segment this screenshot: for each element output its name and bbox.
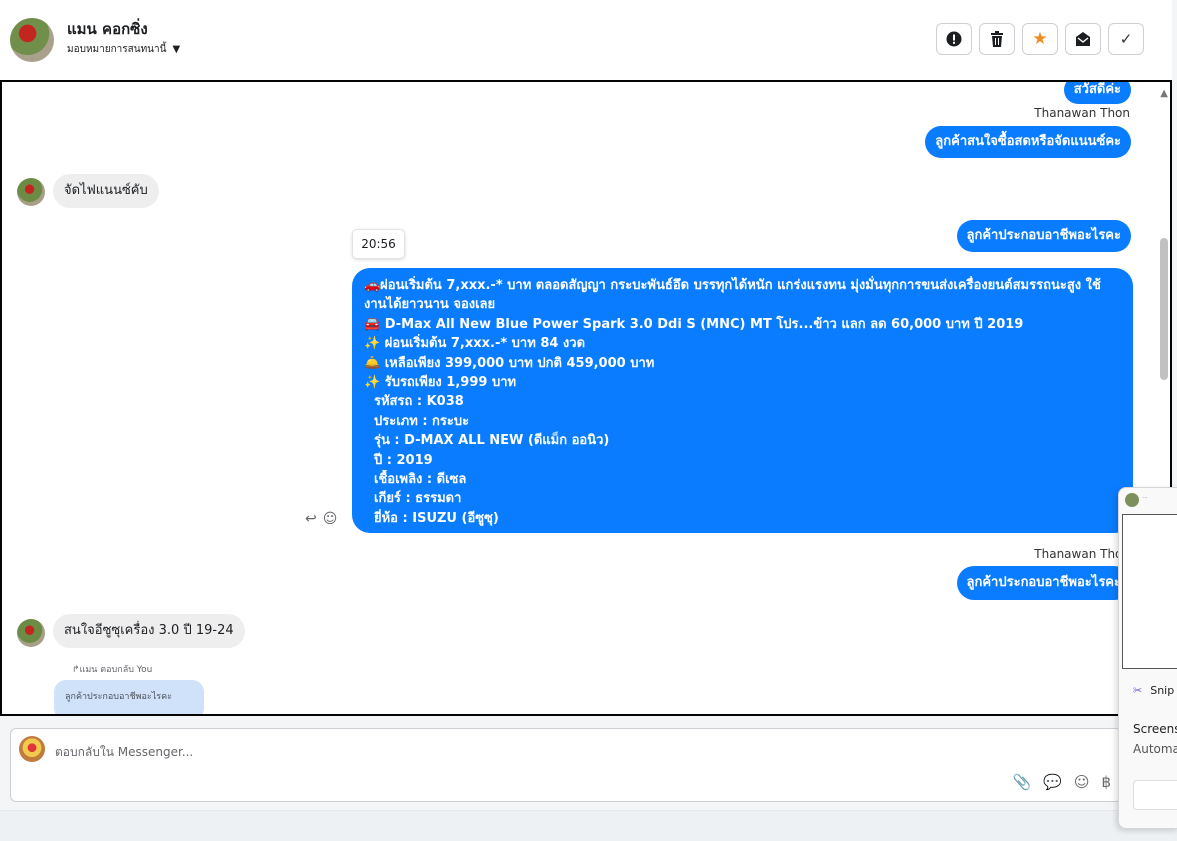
scrollbar-thumb[interactable]	[1160, 238, 1168, 380]
message-line: งานได้ยาวนาน จองเลย	[364, 297, 496, 313]
app-header: ✂ Snip	[1133, 684, 1174, 697]
contact-name[interactable]: แมน คอกซิ่ง	[67, 17, 148, 41]
baht-icon[interactable]: ฿	[1101, 773, 1111, 791]
app-name: Snip	[1150, 684, 1175, 697]
composer-toolbar: 📎 💬 ☺ ฿	[1012, 773, 1111, 791]
screenshot-thumbnail[interactable]	[1122, 514, 1177, 669]
reply-icon[interactable]: ↩	[305, 511, 317, 527]
message-line: เกียร์ : ธรรมดา	[374, 491, 462, 507]
emoji-icon[interactable]: ☺	[1074, 773, 1090, 791]
assign-conversation-dropdown[interactable]: มอบหมายการสนทนานี้ ▼	[67, 42, 180, 57]
quoted-message[interactable]: ลูกค้าประกอบอาชีพอะไรคะ	[54, 680, 204, 714]
message-line: รุ่น : D-MAX ALL NEW (ดีแม็ก ออนิว)	[374, 433, 610, 449]
message-bubble-outgoing-long: 🚗ผ่อนเริ่มต้น 7,xxx.-* บาท ตลอดสัญญา กระ…	[352, 268, 1133, 533]
notification-action-button[interactable]	[1133, 780, 1177, 810]
message-line: ประเภท : กระบะ	[374, 413, 470, 429]
assign-label: มอบหมายการสนทนานี้	[67, 44, 167, 55]
message-line: 🚗ผ่อนเริ่มต้น 7,xxx.-* บาท ตลอดสัญญา กระ…	[364, 278, 1101, 293]
mail-open-icon	[1076, 32, 1090, 46]
message-line: ปี : 2019	[374, 452, 433, 468]
message-line: 🚘 D-Max All New Blue Power Spark 3.0 Ddi…	[364, 316, 1024, 332]
react-emoji-icon[interactable]: ☺	[323, 511, 338, 527]
bottom-bar	[0, 810, 1177, 841]
mark-unread-button[interactable]	[1065, 23, 1101, 55]
message-thread[interactable]: สวัสดีค่ะ Thanawan Thon ลูกค้าสนใจซื้อสด…	[0, 80, 1172, 716]
contact-avatar-small	[17, 619, 45, 647]
sender-name: Thanawan Thon	[1034, 547, 1130, 561]
contact-avatar-small	[17, 178, 45, 206]
mark-spam-button[interactable]	[936, 23, 972, 55]
star-button[interactable]: ★	[1022, 23, 1058, 55]
check-icon: ✓	[1119, 30, 1133, 48]
message-line: ✨ ผ่อนเริ่มต้น 7,xxx.-* บาท 84 งวด	[364, 336, 586, 352]
paperclip-icon[interactable]: 📎	[1012, 773, 1031, 791]
reply-input[interactable]: ตอบกลับใน Messenger...	[55, 743, 193, 762]
thumbnail-avatar	[1125, 493, 1139, 507]
contact-avatar[interactable]	[10, 18, 54, 62]
message-bubble-incoming: สนใจอีซูซุเครื่อง 3.0 ปี 19-24	[53, 614, 245, 648]
message-line: รหัสรถ : K038	[374, 394, 464, 410]
chat-icon[interactable]: 💬	[1043, 773, 1062, 791]
message-line: เชื้อเพลิง : ดีเซล	[374, 472, 467, 488]
message-bubble-outgoing: ลูกค้าประกอบอาชีพอะไรคะ	[956, 566, 1131, 600]
delete-button[interactable]	[979, 23, 1015, 55]
notification-subtitle: Automa	[1133, 742, 1177, 756]
scroll-up-arrow-icon[interactable]: ▲	[1160, 88, 1168, 99]
reply-indicator: ↱แมน ตอบกลับ You	[72, 665, 153, 675]
reply-composer[interactable]: ตอบกลับใน Messenger... 📎 💬 ☺ ฿	[10, 728, 1122, 802]
page-avatar	[19, 736, 45, 762]
message-timestamp-tooltip: 20:56	[352, 229, 405, 259]
message-actions: ↩ ☺	[305, 511, 337, 527]
conversation-header: แมน คอกซิ่ง มอบหมายการสนทนานี้ ▼ ★ ✓	[0, 0, 1172, 81]
star-icon: ★	[1032, 29, 1048, 49]
caret-down-icon: ▼	[172, 44, 181, 55]
thumbnail-text: ···	[1143, 495, 1148, 501]
snipping-tool-icon: ✂	[1133, 684, 1143, 697]
mark-done-button[interactable]: ✓	[1108, 23, 1144, 55]
message-line: ✨ รับรถเพียง 1,999 บาท	[364, 375, 517, 391]
sender-name: Thanawan Thon	[1034, 106, 1130, 120]
message-bubble-outgoing: ลูกค้าประกอบอาชีพอะไรคะ	[956, 220, 1131, 252]
message-bubble-outgoing: สวัสดีค่ะ	[1063, 82, 1131, 104]
message-bubble-outgoing: ลูกค้าสนใจซื้อสดหรือจัดแนนซ์คะ	[925, 126, 1131, 158]
trash-icon	[991, 31, 1003, 47]
notification-title: Screens	[1133, 722, 1177, 736]
message-bubble-incoming: จัดไฟแนนซ์คับ	[53, 174, 159, 208]
message-line: ยี่ห้อ : ISUZU (อีซูซุ)	[374, 510, 499, 526]
message-line: 🛎️ เหลือเพียง 399,000 บาท ปกติ 459,000 บ…	[364, 355, 655, 371]
alert-circle-icon	[946, 31, 962, 47]
snipping-notification[interactable]: ··· ✂ Snip Screens Automa	[1118, 487, 1177, 829]
